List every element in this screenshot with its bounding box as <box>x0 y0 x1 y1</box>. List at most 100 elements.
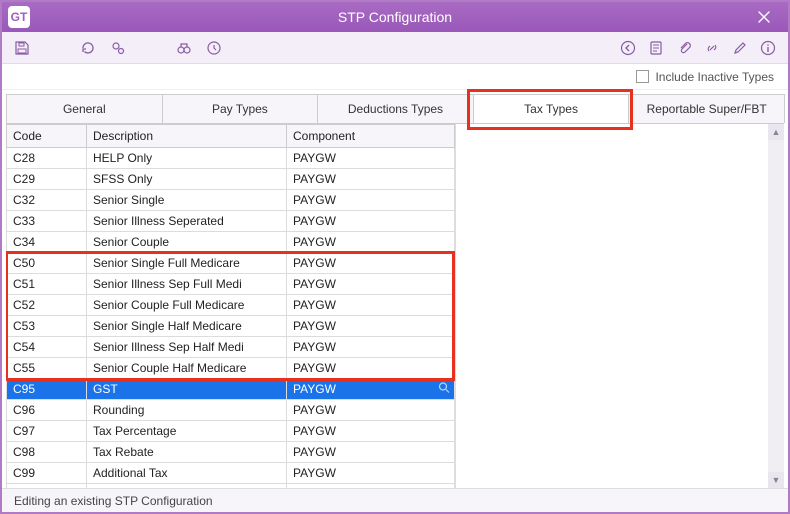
table-row[interactable]: C52Senior Couple Full MedicarePAYGW <box>7 295 455 316</box>
find-button[interactable] <box>174 38 194 58</box>
edit-button[interactable] <box>730 38 750 58</box>
cell-component: PAYGW <box>287 379 455 400</box>
scroll-up-button[interactable]: ▲ <box>768 124 784 140</box>
table-row[interactable]: C28HELP OnlyPAYGW <box>7 148 455 169</box>
cell-description: Senior Illness Sep Half Medi <box>87 337 287 358</box>
close-icon <box>757 10 771 24</box>
cell-component: PAYGW <box>287 316 455 337</box>
save-button[interactable] <box>12 38 32 58</box>
history-button[interactable] <box>204 38 224 58</box>
cell-description: Rounding <box>87 400 287 421</box>
refresh-button[interactable] <box>78 38 98 58</box>
cell-code: C96 <box>7 400 87 421</box>
cell-code: C50 <box>7 253 87 274</box>
cell-description: Tax Rebate <box>87 442 287 463</box>
cell-description: Senior Couple Half Medicare <box>87 358 287 379</box>
cell-component: PAYGW <box>287 463 455 484</box>
cell-code: C54 <box>7 337 87 358</box>
back-icon <box>620 40 636 56</box>
vertical-scrollbar[interactable]: ▲ ▼ <box>768 124 784 488</box>
cell-code: C33 <box>7 211 87 232</box>
cell-code: C98 <box>7 442 87 463</box>
document-icon <box>648 40 664 56</box>
info-button[interactable] <box>758 38 778 58</box>
cell-component: PAYGW <box>287 148 455 169</box>
right-pane <box>456 124 784 488</box>
tab-bar: GeneralPay TypesDeductions TypesTax Type… <box>6 94 784 124</box>
close-button[interactable] <box>746 2 782 32</box>
tab-general[interactable]: General <box>6 94 163 123</box>
cell-component: PAYGW <box>287 358 455 379</box>
cell-component: PAYGW <box>287 421 455 442</box>
link-button[interactable] <box>702 38 722 58</box>
cell-code: C29 <box>7 169 87 190</box>
options-row: Include Inactive Types <box>2 64 788 90</box>
scroll-down-button[interactable]: ▼ <box>768 472 784 488</box>
binoculars-icon <box>176 40 192 56</box>
cell-component: PAYGW <box>287 232 455 253</box>
cell-component: PAYGW <box>287 253 455 274</box>
cell-code: FFAT <box>7 484 87 489</box>
titlebar: GT STP Configuration <box>2 2 788 32</box>
table-row[interactable]: C33Senior Illness SeperatedPAYGW <box>7 211 455 232</box>
cell-code: C55 <box>7 358 87 379</box>
window: GT STP Configuration Include Inactive T <box>0 0 790 514</box>
table-row[interactable]: C51Senior Illness Sep Full MediPAYGW <box>7 274 455 295</box>
search-icon[interactable] <box>438 382 450 397</box>
cell-description: FF Australian Tax <box>87 484 287 489</box>
tab-pay-types[interactable]: Pay Types <box>162 94 319 123</box>
window-title: STP Configuration <box>2 9 788 25</box>
table-wrap: Code Description Component C28HELP OnlyP… <box>6 124 456 488</box>
table-row[interactable]: C34Senior CouplePAYGW <box>7 232 455 253</box>
tab-tax-types[interactable]: Tax Types <box>473 94 630 123</box>
clock-icon <box>206 40 222 56</box>
cell-description: HELP Only <box>87 148 287 169</box>
cell-component: PAYGW <box>287 274 455 295</box>
table-row[interactable]: C98Tax RebatePAYGW <box>7 442 455 463</box>
back-button[interactable] <box>618 38 638 58</box>
cell-code: C51 <box>7 274 87 295</box>
cell-code: C53 <box>7 316 87 337</box>
toolbar <box>2 32 788 64</box>
cell-description: GST <box>87 379 287 400</box>
tab-deductions-types[interactable]: Deductions Types <box>317 94 474 123</box>
process-button[interactable] <box>108 38 128 58</box>
cell-description: Senior Single Full Medicare <box>87 253 287 274</box>
table-row[interactable]: C95GSTPAYGW <box>7 379 455 400</box>
table-row[interactable]: C50Senior Single Full MedicarePAYGW <box>7 253 455 274</box>
include-inactive-checkbox[interactable] <box>636 70 649 83</box>
pencil-icon <box>732 40 748 56</box>
table-row[interactable]: FFATFF Australian TaxForeign Tax Paid <box>7 484 455 489</box>
doc-button[interactable] <box>646 38 666 58</box>
cell-code: C97 <box>7 421 87 442</box>
cell-component: PAYGW <box>287 442 455 463</box>
cell-description: Additional Tax <box>87 463 287 484</box>
col-header-description[interactable]: Description <box>87 125 287 148</box>
cell-code: C99 <box>7 463 87 484</box>
cell-description: Senior Single Half Medicare <box>87 316 287 337</box>
cell-component: PAYGW <box>287 211 455 232</box>
col-header-component[interactable]: Component <box>287 125 455 148</box>
cell-description: Senior Couple Full Medicare <box>87 295 287 316</box>
paperclip-icon <box>676 40 692 56</box>
cell-code: C32 <box>7 190 87 211</box>
tax-types-table: Code Description Component C28HELP OnlyP… <box>6 124 455 488</box>
status-text: Editing an existing STP Configuration <box>14 494 213 508</box>
cell-code: C28 <box>7 148 87 169</box>
table-row[interactable]: C99Additional TaxPAYGW <box>7 463 455 484</box>
link-icon <box>704 40 720 56</box>
table-row[interactable]: C55Senior Couple Half MedicarePAYGW <box>7 358 455 379</box>
cell-component: PAYGW <box>287 190 455 211</box>
table-row[interactable]: C54Senior Illness Sep Half MediPAYGW <box>7 337 455 358</box>
col-header-code[interactable]: Code <box>7 125 87 148</box>
cell-code: C95 <box>7 379 87 400</box>
table-row[interactable]: C96RoundingPAYGW <box>7 400 455 421</box>
cell-description: Senior Couple <box>87 232 287 253</box>
table-row[interactable]: C53Senior Single Half MedicarePAYGW <box>7 316 455 337</box>
table-row[interactable]: C32Senior SinglePAYGW <box>7 190 455 211</box>
table-row[interactable]: C97Tax PercentagePAYGW <box>7 421 455 442</box>
tab-reportable-super-fbt[interactable]: Reportable Super/FBT <box>628 94 785 123</box>
attach-button[interactable] <box>674 38 694 58</box>
include-inactive-label: Include Inactive Types <box>655 70 774 84</box>
table-row[interactable]: C29SFSS OnlyPAYGW <box>7 169 455 190</box>
